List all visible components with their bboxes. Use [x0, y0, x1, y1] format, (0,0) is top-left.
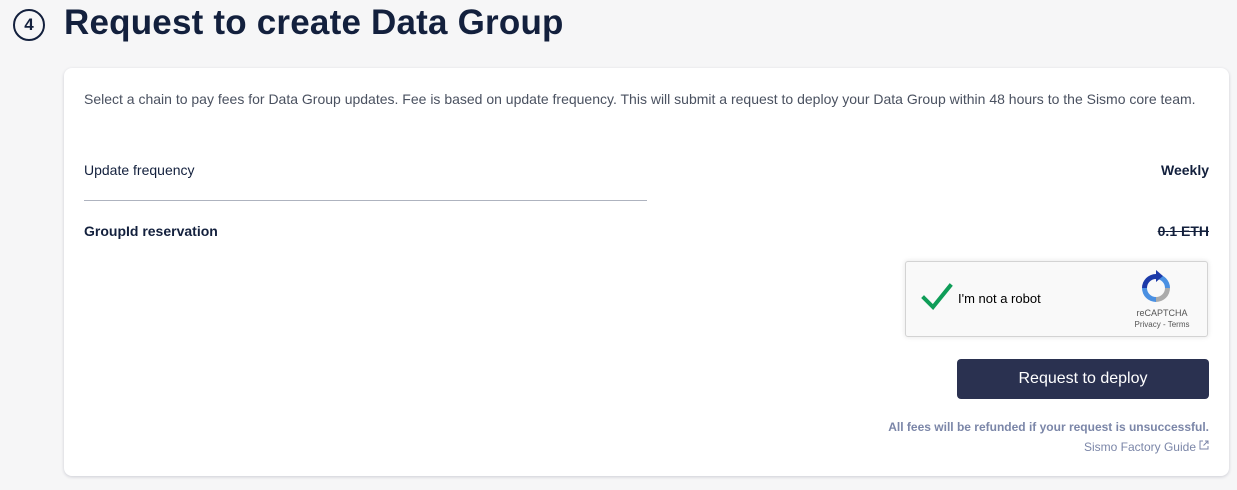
update-frequency-label: Update frequency [84, 162, 195, 178]
recaptcha-brand: reCAPTCHA [1136, 308, 1188, 318]
update-frequency-value: Weekly [1161, 162, 1209, 178]
external-link-icon [1199, 440, 1209, 450]
guide-link-label: Sismo Factory Guide [1083, 440, 1196, 454]
groupid-reservation-price: 0.1 ETH [1157, 223, 1209, 239]
step-number-badge: 4 [13, 9, 45, 41]
step-number: 4 [24, 15, 34, 34]
card-description: Select a chain to pay fees for Data Grou… [84, 91, 1196, 107]
request-to-deploy-button[interactable]: Request to deploy [957, 359, 1209, 399]
divider [84, 200, 647, 201]
recaptcha-label: I'm not a robot [958, 291, 1041, 306]
refund-note: All fees will be refunded if your reques… [888, 420, 1209, 434]
recaptcha-widget[interactable]: I'm not a robot reCAPTCHA Privacy - Term… [905, 261, 1208, 337]
checkmark-icon[interactable] [920, 280, 954, 314]
page: 4 Request to create Data Group Select a … [0, 0, 1237, 490]
recaptcha-privacy-terms[interactable]: Privacy - Terms [1129, 320, 1195, 329]
page-title: Request to create Data Group [64, 3, 564, 42]
sismo-factory-guide-link[interactable]: Sismo Factory Guide [1084, 440, 1209, 454]
recaptcha-logo-icon [1142, 270, 1170, 302]
groupid-reservation-label: GroupId reservation [84, 223, 218, 239]
request-card: Select a chain to pay fees for Data Grou… [64, 68, 1229, 476]
